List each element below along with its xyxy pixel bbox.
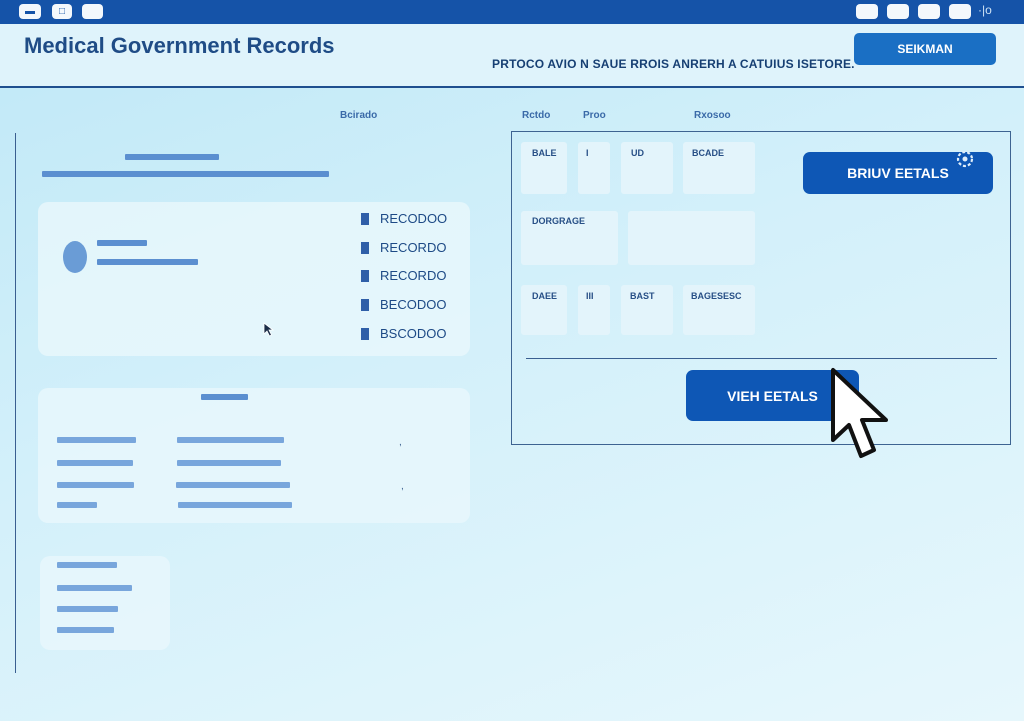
right-column-label: Rctdo bbox=[522, 110, 551, 121]
field-label: BALE bbox=[532, 148, 557, 158]
record-label: RECORDO bbox=[380, 240, 447, 255]
summary-line-bar bbox=[57, 606, 118, 612]
panel-divider bbox=[526, 358, 997, 359]
text-line-bar bbox=[57, 437, 136, 443]
window-control-4[interactable] bbox=[949, 4, 971, 19]
field-label: I bbox=[586, 148, 589, 158]
app-header: Medical Government Records PRTOCO AVIO N… bbox=[0, 24, 1024, 88]
gear-icon bbox=[956, 150, 974, 168]
field-label: BAST bbox=[630, 291, 655, 301]
window-top-bar: ▬ □ ·|o bbox=[0, 0, 1024, 24]
record-bullet-icon bbox=[361, 269, 369, 282]
right-column-label: Rxosoo bbox=[694, 110, 731, 121]
window-tab-icon[interactable]: □ bbox=[52, 4, 72, 19]
list-item[interactable]: BSCODOO bbox=[361, 326, 446, 341]
window-extra-glyph: ·|o bbox=[978, 3, 992, 17]
summary-line-bar bbox=[57, 562, 117, 568]
text-line-bar bbox=[178, 502, 292, 508]
mouse-pointer-icon bbox=[831, 368, 888, 458]
left-rail-divider bbox=[15, 133, 16, 673]
record-label: RECORDO bbox=[380, 268, 447, 283]
mouse-pointer-icon bbox=[263, 322, 275, 337]
tick-mark: , bbox=[401, 481, 404, 492]
list-item[interactable]: RECORDO bbox=[361, 240, 446, 255]
form-field[interactable] bbox=[621, 142, 673, 194]
summary-line-bar bbox=[57, 627, 114, 633]
text-line-bar bbox=[57, 460, 133, 466]
patient-name-bar bbox=[97, 240, 147, 246]
section-underline-bar bbox=[42, 171, 329, 177]
details-heading-bar bbox=[201, 394, 248, 400]
window-control-2[interactable] bbox=[887, 4, 909, 19]
field-label: DORGRAGE bbox=[532, 216, 586, 226]
text-line-bar bbox=[176, 482, 290, 488]
right-column-label: Proo bbox=[583, 110, 606, 121]
window-control-3[interactable] bbox=[918, 4, 940, 19]
header-tagline: PRTOCO AVIO N SAUE RROIS ANRERH A CATUIU… bbox=[492, 57, 855, 71]
field-label: III bbox=[586, 291, 594, 301]
text-line-bar bbox=[57, 482, 134, 488]
list-item[interactable]: RECORDO bbox=[361, 268, 446, 283]
record-bullet-icon bbox=[361, 327, 369, 340]
left-column-label: Bcirado bbox=[340, 110, 378, 121]
window-control-1[interactable] bbox=[856, 4, 878, 19]
record-label: BECODOO bbox=[380, 297, 447, 312]
record-label: BSCODOO bbox=[380, 326, 447, 341]
window-blank-button[interactable] bbox=[82, 4, 103, 19]
record-bullet-icon bbox=[361, 241, 369, 254]
record-bullet-icon bbox=[361, 212, 369, 225]
avatar bbox=[63, 241, 87, 273]
section-heading-bar bbox=[125, 154, 219, 160]
text-line-bar bbox=[57, 502, 97, 508]
form-field[interactable] bbox=[628, 211, 755, 265]
form-field[interactable] bbox=[578, 142, 610, 194]
field-label: UD bbox=[631, 148, 644, 158]
list-item[interactable]: BECODOO bbox=[361, 297, 446, 312]
page-title: Medical Government Records bbox=[24, 33, 335, 58]
field-label: BCADE bbox=[692, 148, 725, 158]
list-item[interactable]: RECODOO bbox=[361, 211, 447, 226]
field-label: DAEE bbox=[532, 291, 558, 301]
text-line-bar bbox=[177, 460, 281, 466]
search-button[interactable]: SEIKMAN bbox=[854, 33, 996, 65]
field-label: BAGESESC bbox=[691, 291, 742, 301]
text-line-bar bbox=[177, 437, 284, 443]
summary-line-bar bbox=[57, 585, 132, 591]
window-menu-icon[interactable]: ▬ bbox=[19, 4, 41, 19]
form-field[interactable] bbox=[578, 285, 610, 335]
record-label: RECODOO bbox=[380, 211, 448, 226]
patient-detail-bar bbox=[97, 259, 198, 265]
summary-card[interactable] bbox=[40, 556, 170, 650]
tick-mark: , bbox=[399, 437, 402, 448]
record-bullet-icon bbox=[361, 298, 369, 311]
